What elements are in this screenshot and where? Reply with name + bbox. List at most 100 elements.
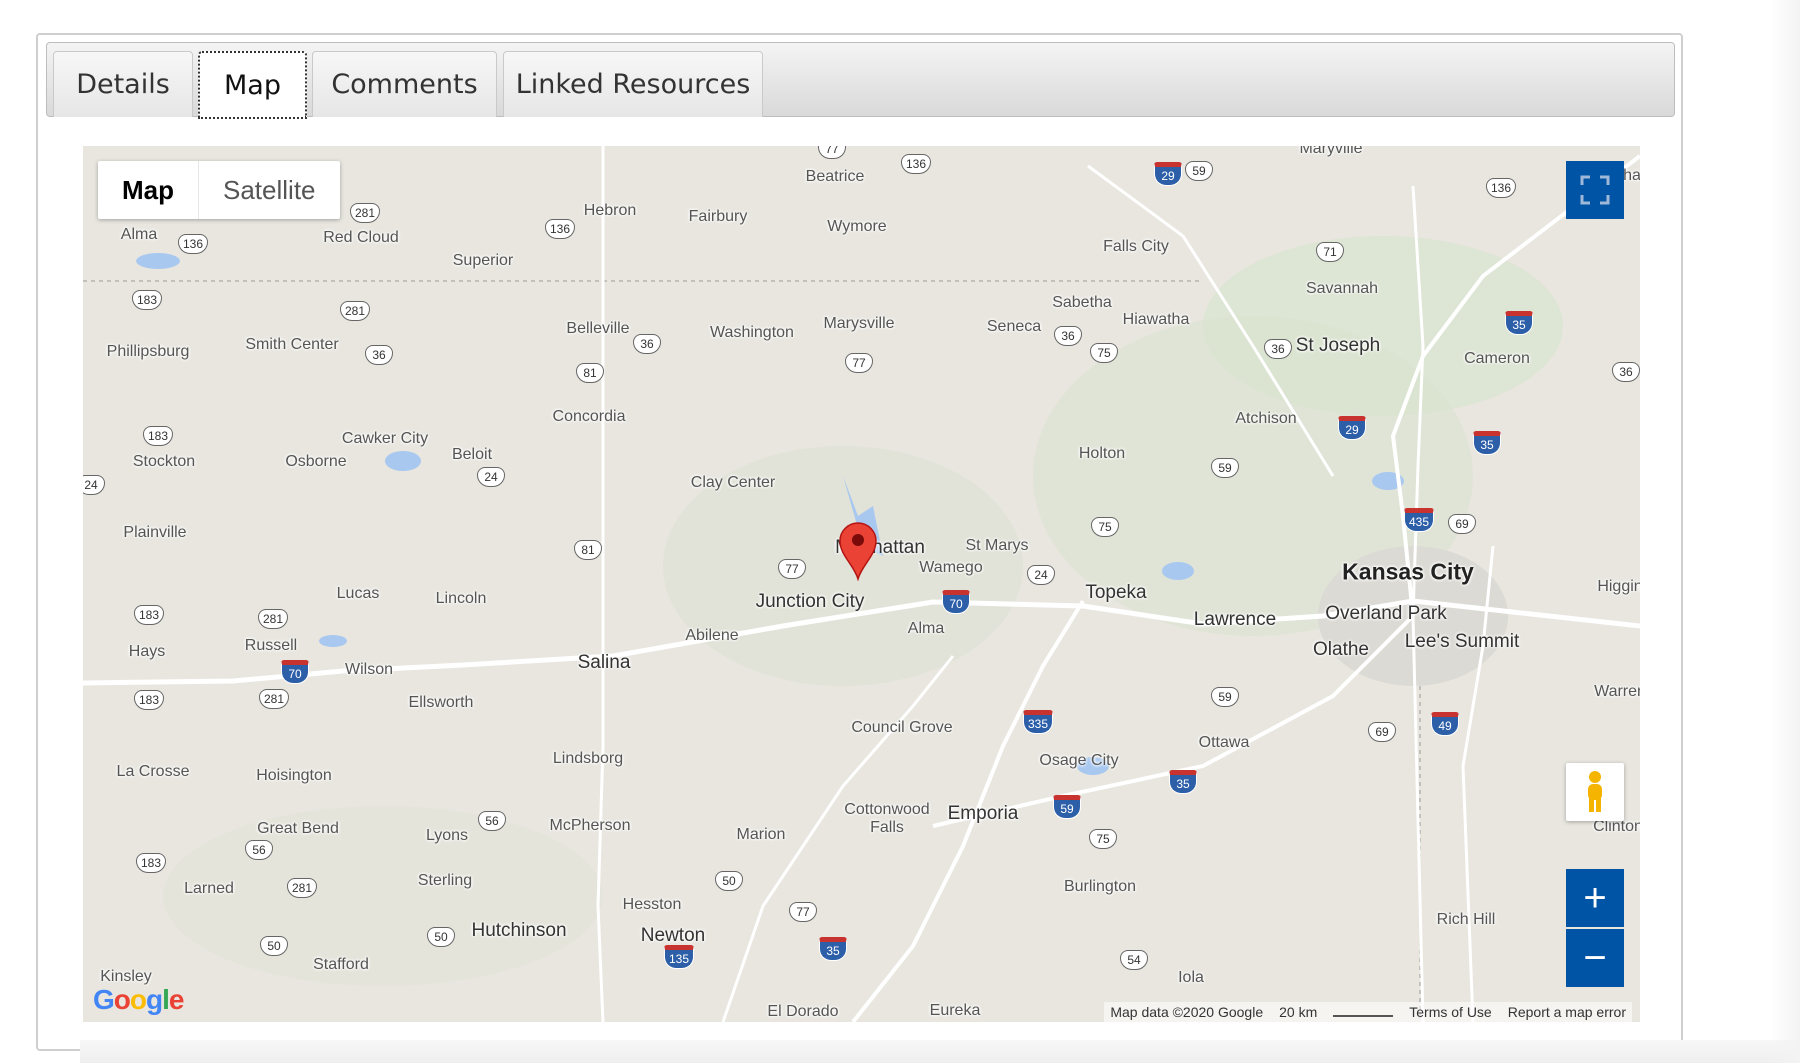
city-label: Iola <box>1178 969 1204 986</box>
city-label: Olathe <box>1313 639 1369 660</box>
city-label: Cawker City <box>341 430 429 447</box>
city-label: Holton <box>1078 445 1126 462</box>
route-shield: 77 <box>845 353 873 373</box>
route-shield: 75 <box>1089 829 1117 849</box>
city-label: Hesston <box>622 896 682 913</box>
route-shield: 36 <box>633 334 661 354</box>
city-label: Topeka <box>1085 582 1147 603</box>
city-label: Phillipsburg <box>106 343 190 360</box>
city-label: Hoisington <box>256 767 332 784</box>
city-label: Hutchinson <box>471 920 567 941</box>
city-label: Osborne <box>285 453 347 470</box>
map-type-map-button[interactable]: Map <box>98 161 199 219</box>
city-label: Rich Hill <box>1436 911 1496 928</box>
city-label: Concordia <box>552 408 626 425</box>
route-shield: 36 <box>365 345 393 365</box>
city-label: Red Cloud <box>323 229 399 246</box>
fullscreen-button[interactable] <box>1566 161 1624 219</box>
tab-map[interactable]: Map <box>198 51 307 119</box>
route-shield: 183 <box>133 690 165 710</box>
route-shield: 56 <box>478 811 506 831</box>
pegman-icon <box>1588 771 1602 812</box>
route-shield: 35 <box>819 937 847 961</box>
city-label: Falls City <box>1103 238 1169 255</box>
route-shield: 281 <box>258 689 290 709</box>
route-shield: 56 <box>245 840 273 860</box>
route-shield: 35 <box>1505 311 1533 335</box>
route-shield: 59 <box>1053 795 1081 819</box>
zoom-in-button[interactable]: + <box>1566 869 1624 927</box>
terms-link[interactable]: Terms of Use <box>1409 1004 1491 1020</box>
route-shield: 183 <box>133 605 165 625</box>
map-type-control: Map Satellite <box>98 161 340 219</box>
report-error-link[interactable]: Report a map error <box>1508 1004 1626 1020</box>
city-label: Newton <box>640 925 706 946</box>
route-shield: 71 <box>1316 242 1344 262</box>
city-label: Belleville <box>566 320 630 337</box>
city-label: El Dorado <box>767 1003 839 1020</box>
city-label: Stockton <box>132 453 196 470</box>
route-shield: 36 <box>1612 362 1640 382</box>
google-logo: Google <box>93 984 184 1015</box>
route-shield: 70 <box>281 660 309 684</box>
city-label: Ellsworth <box>408 694 474 711</box>
city-label: Beloit <box>451 446 493 463</box>
route-shield: 36 <box>1264 339 1292 359</box>
city-label: Atchison <box>1235 410 1297 427</box>
city-label: Ottawa <box>1198 734 1250 751</box>
city-label: Larned <box>184 880 234 897</box>
route-shield: 59 <box>1211 687 1239 707</box>
route-shield: 24 <box>477 467 505 487</box>
city-label: Burlington <box>1063 878 1137 895</box>
route-shield: 183 <box>142 426 174 446</box>
page-edge-shadow <box>1770 0 1800 1063</box>
city-label: Lyons <box>425 827 469 844</box>
fullscreen-icon <box>1580 175 1610 205</box>
route-shield: 59 <box>1211 458 1239 478</box>
map-canvas[interactable]: Beatrice Maryville Hebron Fairbury Wymor… <box>83 146 1640 1022</box>
city-label: Maryville <box>1299 146 1363 157</box>
city-label: Osage City <box>1039 752 1119 769</box>
city-label: Abilene <box>685 627 739 644</box>
city-label: Marysville <box>823 315 895 332</box>
route-shield: 50 <box>427 927 455 947</box>
map-type-satellite-button[interactable]: Satellite <box>199 161 340 219</box>
city-label: Alma <box>907 620 945 637</box>
route-shield: 81 <box>576 363 604 383</box>
route-shield: 29 <box>1338 416 1366 440</box>
tab-panel: Details Map Comments Linked Resources Be… <box>36 33 1683 1051</box>
city-label: Clay Center <box>690 474 776 491</box>
city-label: Wilson <box>344 661 394 678</box>
tab-bar: Details Map Comments Linked Resources <box>46 42 1675 119</box>
route-shield: 75 <box>1090 343 1118 363</box>
map-marker-icon[interactable] <box>838 521 878 581</box>
map-scale[interactable]: 20 km <box>1279 1004 1317 1020</box>
route-shield: 69 <box>1448 514 1476 534</box>
city-label: Alma <box>120 226 158 243</box>
street-view-pegman[interactable] <box>1566 763 1624 821</box>
route-shield: 435 <box>1403 508 1435 532</box>
route-shield: 281 <box>286 878 318 898</box>
city-label: Smith Center <box>245 336 339 353</box>
city-label: Emporia <box>947 803 1019 824</box>
city-label: Seneca <box>986 318 1042 335</box>
route-shield: 281 <box>349 203 381 223</box>
route-shield: 281 <box>339 301 371 321</box>
route-shield: 49 <box>1431 712 1459 736</box>
route-shield: 75 <box>1091 517 1119 537</box>
city-label: Junction City <box>755 591 865 612</box>
city-label: Fairbury <box>688 208 748 225</box>
city-label: St Joseph <box>1295 335 1381 356</box>
city-label: Russell <box>244 637 298 654</box>
city-label: Hiawatha <box>1122 311 1190 328</box>
city-label: Hebron <box>583 202 637 219</box>
city-label: Overland Park <box>1325 603 1447 624</box>
city-label: Sterling <box>417 872 473 889</box>
route-shield: 136 <box>1485 178 1517 198</box>
zoom-out-button[interactable]: − <box>1566 929 1624 987</box>
tab-details[interactable]: Details <box>53 51 193 117</box>
city-label: Sabetha <box>1052 294 1112 311</box>
route-shield: 70 <box>942 590 970 614</box>
tab-comments[interactable]: Comments <box>312 51 497 117</box>
tab-linked-resources[interactable]: Linked Resources <box>503 51 763 117</box>
